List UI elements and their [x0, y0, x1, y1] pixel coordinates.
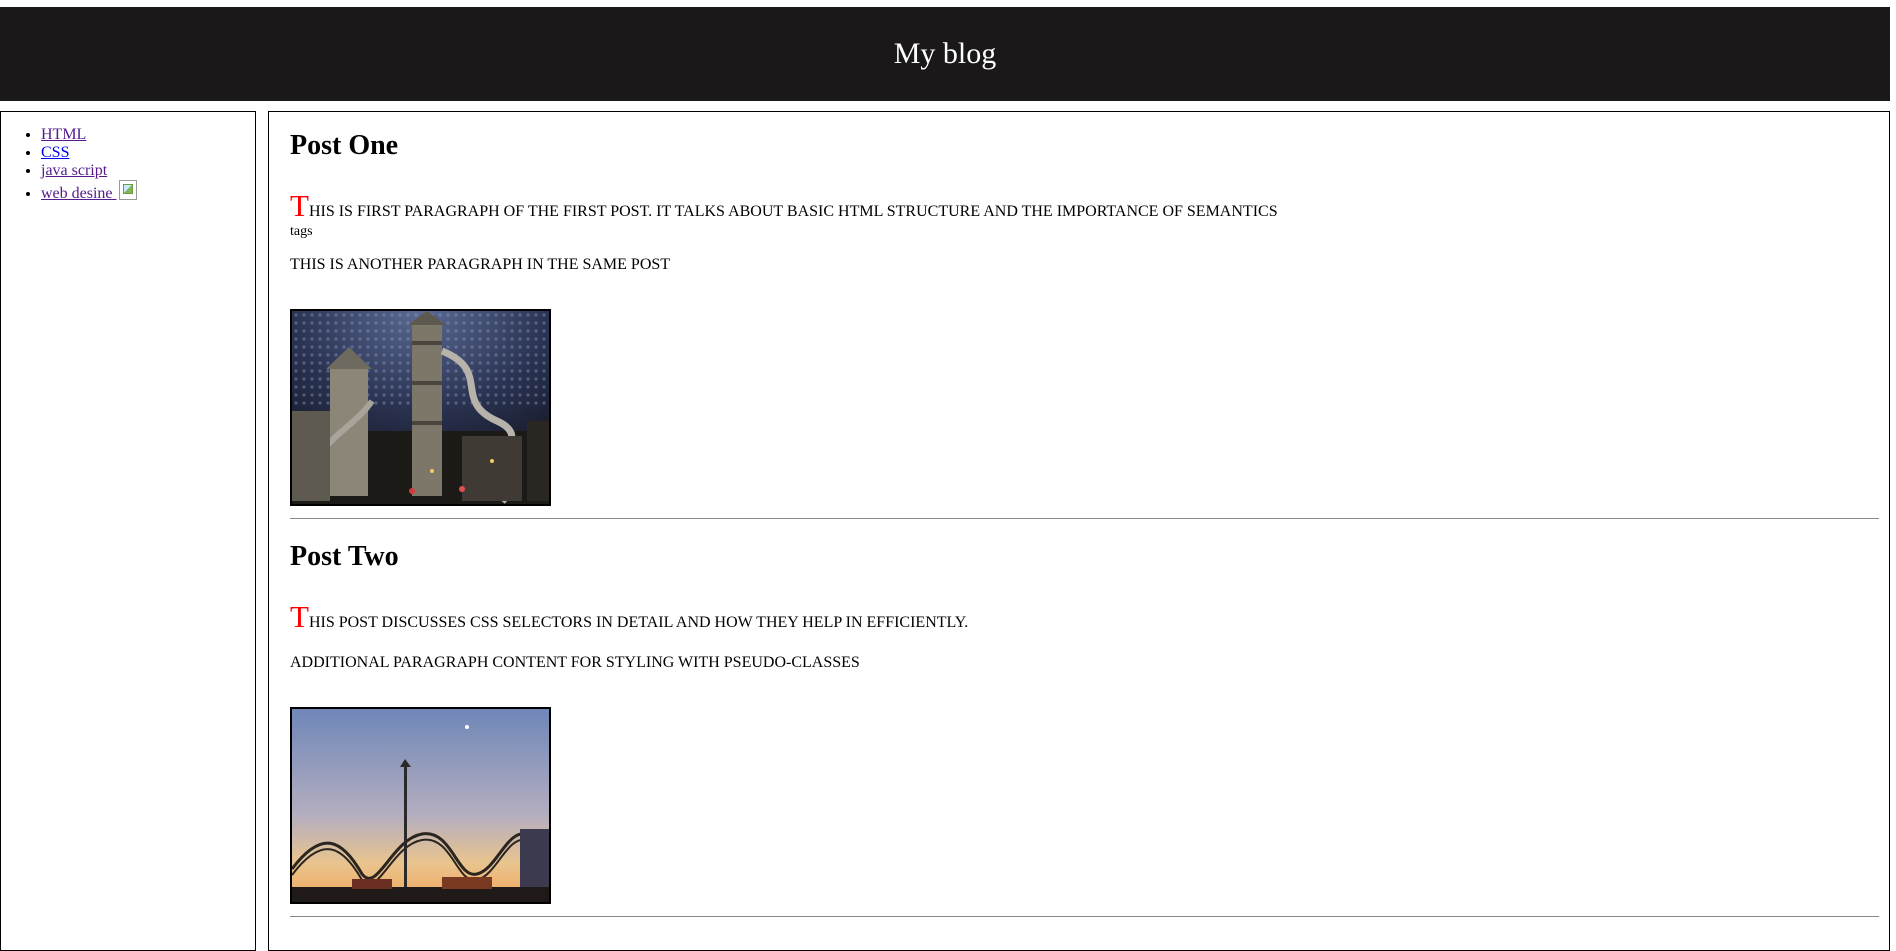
post-two-second-paragraph: Additional paragraph content for styling… [290, 654, 860, 671]
sidebar-link-web-design[interactable]: web desine [41, 180, 137, 202]
post-two-dropcap: T [290, 599, 309, 634]
site-header: My blog [0, 7, 1890, 101]
main-content: Post One This is first paragraph of the … [268, 111, 1890, 951]
sidebar-link-html[interactable]: HTML [41, 126, 86, 143]
post-divider [290, 518, 1879, 519]
sidebar: HTML CSS java script web desine [0, 111, 256, 951]
sidebar-item-css: CSS [41, 144, 255, 162]
sidebar-item-web-design: web desine [41, 180, 255, 203]
post-two-first-paragraph: This post discusses CSS selectors in det… [290, 599, 1879, 635]
post-two-image [290, 707, 551, 904]
post-one-first-paragraph-text: his is first paragraph of the first post… [308, 203, 1278, 220]
post-two-first-paragraph-text: his post discusses CSS selectors in deta… [308, 614, 969, 631]
sidebar-link-javascript[interactable]: java script [41, 162, 107, 179]
sidebar-link-web-design-label: web desine [41, 185, 117, 202]
post-one-title: Post One [290, 130, 399, 161]
site-title: My blog [893, 37, 997, 70]
sidebar-link-css[interactable]: CSS [41, 144, 69, 161]
post-divider [290, 916, 1879, 917]
post-one: Post One This is first paragraph of the … [290, 130, 1879, 519]
sidebar-item-html: HTML [41, 126, 255, 144]
post-one-second-paragraph: This is another paragraph in the same po… [290, 256, 671, 273]
post-two: Post Two This post discusses CSS selecto… [290, 541, 1879, 917]
post-one-dropcap: T [290, 188, 309, 223]
broken-image-icon[interactable] [118, 180, 137, 200]
post-one-first-paragraph: This is first paragraph of the first pos… [290, 188, 1879, 224]
post-one-image [290, 309, 551, 506]
post-two-title: Post Two [290, 541, 399, 572]
post-one-tags: tags [290, 224, 313, 239]
sidebar-item-javascript: java script [41, 162, 255, 180]
sidebar-nav-list: HTML CSS java script web desine [1, 126, 255, 203]
